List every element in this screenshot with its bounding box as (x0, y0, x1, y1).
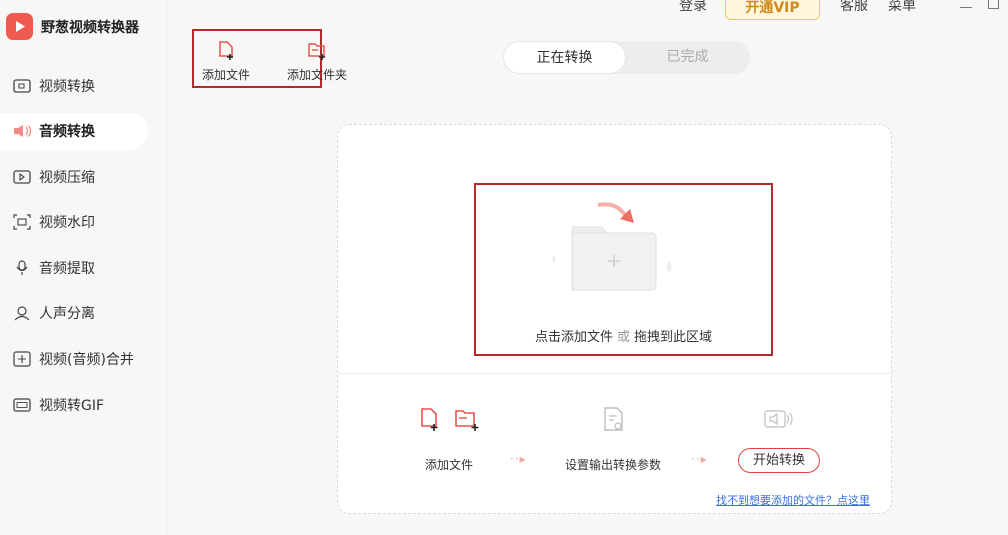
settings-file-icon (604, 407, 623, 431)
add-file-button[interactable]: 添加文件 (191, 39, 261, 83)
brand: 野葱视频转换器 (6, 13, 139, 40)
panel-divider (338, 373, 891, 374)
sidebar-item-label: 视频转换 (39, 78, 95, 95)
step-add-label: 添加文件 (425, 458, 474, 472)
step-add-folder-icon (455, 410, 479, 431)
sidebar-item-video-convert[interactable]: 视频转换 (0, 67, 167, 104)
add-file-icon (191, 39, 261, 61)
sidebar-item-label: 视频水印 (39, 215, 95, 232)
sidebar-item-merge[interactable]: 视频(音频)合并 (0, 341, 167, 378)
sidebar-item-watermark[interactable]: 视频水印 (0, 204, 167, 241)
app-logo-icon (6, 13, 33, 40)
sidebar-item-label: 人声分离 (39, 306, 95, 323)
status-tabs: 正在转换 已完成 (503, 41, 750, 74)
drop-hint: 点击添加文件或拖拽到此区域 (476, 326, 771, 345)
vip-button[interactable]: 开通VIP (725, 0, 820, 20)
sidebar-item-audio-convert[interactable]: 音频转换 (0, 112, 148, 150)
video-convert-icon (11, 78, 32, 94)
add-folder-icon (282, 39, 352, 61)
step-arrow-2: ··▸ (691, 452, 708, 466)
watermark-icon (11, 214, 32, 230)
drop-hint-click: 点击添加文件 (534, 330, 613, 345)
audio-convert-icon (11, 123, 32, 139)
help-link[interactable]: 找不到想要添加的文件？点这里 (716, 492, 870, 508)
add-folder-label: 添加文件夹 (286, 68, 347, 82)
voice-separate-icon (11, 305, 32, 321)
step-arrow-1: ··▸ (510, 452, 527, 466)
step-add-file-icon (421, 408, 438, 431)
start-audio-icon (764, 410, 793, 428)
sidebar-item-gif[interactable]: 视频转GIF (0, 386, 167, 423)
step-add-icons (421, 408, 479, 431)
tab-converting[interactable]: 正在转换 (503, 41, 626, 74)
sidebar-item-audio-extract[interactable]: 音频提取 (0, 249, 167, 286)
sidebar-item-label: 音频转换 (39, 124, 95, 141)
drop-hint-or: 或 (616, 330, 630, 345)
menu-link[interactable]: 菜单 (888, 0, 916, 15)
drop-hint-drag: 拖拽到此区域 (634, 330, 713, 345)
sidebar-item-label: 视频压缩 (39, 169, 95, 186)
sidebar: 野葱视频转换器 视频转换 音频转换 视频压缩 视频水印 音频提取 人声分离 视频… (0, 0, 167, 535)
tab-done[interactable]: 已完成 (626, 41, 749, 74)
step-settings-label: 设置输出转换参数 (565, 458, 662, 472)
audio-extract-icon (11, 260, 32, 276)
minimize-icon[interactable] (960, 7, 972, 8)
merge-icon (11, 351, 32, 367)
start-convert-button[interactable]: 开始转换 (738, 448, 820, 473)
video-compress-icon (11, 169, 32, 185)
app-window: 野葱视频转换器 视频转换 音频转换 视频压缩 视频水印 音频提取 人声分离 视频… (0, 0, 1008, 535)
add-file-label: 添加文件 (201, 68, 250, 82)
folder-drop-icon (552, 202, 672, 291)
toolbar: 添加文件 添加文件夹 (191, 29, 347, 88)
gif-icon (11, 397, 32, 413)
sidebar-item-label: 音频提取 (39, 260, 95, 277)
drop-zone[interactable]: 点击添加文件或拖拽到此区域 (474, 183, 773, 356)
sidebar-item-label: 视频(音频)合并 (39, 352, 134, 369)
login-link[interactable]: 登录 (679, 0, 707, 15)
sidebar-item-voice-separate[interactable]: 人声分离 (0, 295, 167, 332)
sidebar-item-video-compress[interactable]: 视频压缩 (0, 158, 167, 195)
sidebar-nav: 视频转换 音频转换 视频压缩 视频水印 音频提取 人声分离 视频(音频)合并 视… (0, 67, 167, 432)
add-folder-button[interactable]: 添加文件夹 (282, 39, 352, 83)
maximize-icon[interactable] (988, 0, 999, 9)
sidebar-item-label: 视频转GIF (39, 397, 105, 414)
service-link[interactable]: 客服 (840, 0, 868, 15)
app-title: 野葱视频转换器 (41, 19, 139, 36)
